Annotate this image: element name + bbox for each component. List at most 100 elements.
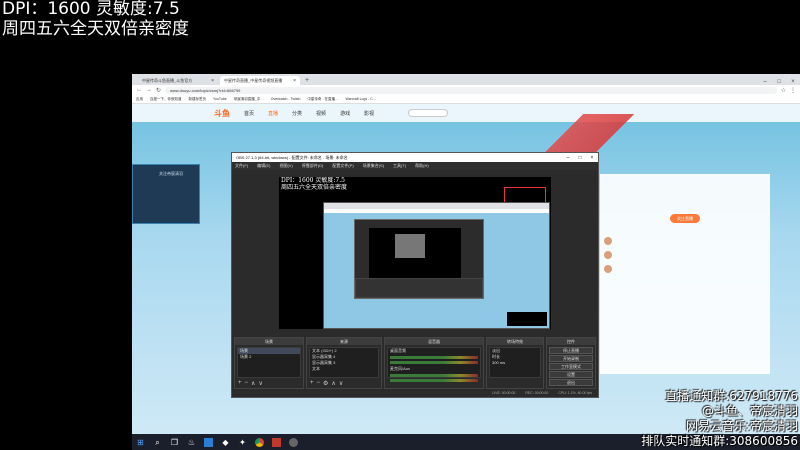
avatar <box>604 237 612 245</box>
nested-docks <box>355 278 483 298</box>
preview-text: DPI：1600 灵敏度:7.5 周四五六全天双倍亲密度 <box>281 177 347 191</box>
list-item[interactable] <box>600 262 770 276</box>
maximize-icon[interactable]: □ <box>772 79 786 85</box>
bookmark[interactable]: Overwatch - Twitch <box>271 97 301 101</box>
nav-item[interactable]: 影视 <box>364 110 374 117</box>
obs-status-bar: LIVE: 00:00:00 REC: 00:00:00 CPU: 1.1%, … <box>232 389 598 397</box>
close-icon[interactable]: × <box>211 78 214 84</box>
app-icon[interactable]: ◆ <box>221 438 230 447</box>
bookmark[interactable]: Warcraft Logs - C… <box>346 97 377 101</box>
stop-streaming-button[interactable]: 停止直播 <box>549 347 593 354</box>
close-icon[interactable]: × <box>586 155 598 161</box>
down-icon[interactable]: ∨ <box>258 380 262 387</box>
left-promo-panel[interactable]: 关注帝宸清羽 <box>132 164 200 224</box>
preview-line: 周四五六全天双倍亲密度 <box>281 184 348 191</box>
up-icon[interactable]: ∧ <box>251 380 255 387</box>
menu-item[interactable]: 场景集合(S) <box>363 163 384 169</box>
volume-slider[interactable] <box>390 361 478 364</box>
scene-item[interactable]: 场景 2 <box>238 354 300 360</box>
menu-item[interactable]: 编辑(E) <box>257 163 270 169</box>
windows-start-icon[interactable]: ⊞ <box>136 438 145 447</box>
obs-preview[interactable]: DPI：1600 灵敏度:7.5 周四五六全天双倍亲密度 <box>279 177 551 329</box>
avatar <box>604 251 612 259</box>
reload-icon[interactable]: ↻ <box>156 87 161 94</box>
dock-title: 混音器 <box>385 338 483 345</box>
add-icon[interactable]: + <box>310 380 314 387</box>
bookmark[interactable]: 中星传奇 - 在直播… <box>307 97 338 102</box>
star-icon[interactable]: ☆ <box>781 87 786 94</box>
nav-item[interactable]: 首页 <box>244 110 254 117</box>
nav-item-active[interactable]: 直播 <box>268 110 278 117</box>
maximize-icon[interactable]: □ <box>574 155 586 161</box>
search-icon[interactable]: ⌕ <box>153 438 162 447</box>
minimize-icon[interactable]: – <box>758 79 772 85</box>
menu-icon[interactable]: ⋮ <box>790 87 796 94</box>
bookmark[interactable]: YouTube <box>213 97 227 101</box>
exit-button[interactable]: 退出 <box>549 379 593 386</box>
menu-item[interactable]: 停靠部件(D) <box>302 163 324 169</box>
nested-caption <box>507 312 547 326</box>
bookmark[interactable]: 应用 <box>136 97 143 102</box>
menu-item[interactable]: 文件(F) <box>235 163 248 169</box>
menu-item[interactable]: 帮助(H) <box>415 163 429 169</box>
studio-mode-button[interactable]: 工作室模式 <box>549 363 593 370</box>
down-icon[interactable]: ∨ <box>339 380 343 387</box>
follow-button[interactable]: 关注直播 <box>670 214 700 223</box>
site-nav: 斗鱼 首页 直播 分类 视频 游戏 影视 <box>132 104 800 122</box>
mixer-channels: 桌面音频 麦克风/Aux <box>387 347 481 382</box>
panel-label: 关注帝宸清羽 <box>159 171 183 176</box>
chrome-icon[interactable] <box>255 437 264 447</box>
task-view-icon[interactable]: ❐ <box>170 438 179 447</box>
browser-tab-active[interactable]: 中星传奇直播_中星传奇视频直播 × <box>220 76 300 85</box>
browser-tab[interactable]: 中星传奇斗鱼直播_斗鱼官方 × <box>138 76 218 85</box>
list-item[interactable] <box>600 248 770 262</box>
dock-title: 来源 <box>307 338 381 345</box>
nested-preview-inner <box>395 234 425 258</box>
site-search-input[interactable] <box>408 109 449 117</box>
mixer-dock: 混音器 桌面音频 麦克风/Aux <box>384 337 484 389</box>
close-window-icon[interactable]: × <box>786 79 800 85</box>
nav-item[interactable]: 视频 <box>316 110 326 117</box>
remove-icon[interactable]: − <box>317 380 321 387</box>
new-tab-icon[interactable]: + <box>302 76 312 85</box>
obs-menu-bar: 文件(F) 编辑(E) 视图(V) 停靠部件(D) 配置文件(P) 场景集合(S… <box>232 162 598 170</box>
start-recording-button[interactable]: 开始录制 <box>549 355 593 362</box>
right-side-panel: 关注直播 <box>600 174 770 374</box>
source-item[interactable]: 文本 <box>310 366 378 372</box>
controls-dock: 控件 停止直播 开始录制 工作室模式 设置 退出 <box>546 337 596 389</box>
menu-item[interactable]: 视图(V) <box>279 163 292 169</box>
steam-icon[interactable]: ♨ <box>187 438 196 447</box>
bookmark[interactable]: 帝宸清羽直播_中… <box>234 97 264 102</box>
transition-settings: 淡出 时长 300 ms <box>489 347 541 378</box>
nav-item[interactable]: 游戏 <box>340 110 350 117</box>
transitions-dock: 转场特效 淡出 时长 300 ms <box>486 337 544 389</box>
close-icon[interactable]: × <box>293 78 296 84</box>
settings-button[interactable]: 设置 <box>549 371 593 378</box>
nested-addressbar <box>324 209 549 213</box>
add-icon[interactable]: + <box>238 380 242 387</box>
duration-input[interactable]: 300 ms <box>490 360 540 366</box>
bookmark[interactable]: 百度一下，你就知道 <box>150 97 182 102</box>
forward-icon[interactable]: → <box>146 87 152 93</box>
minimize-icon[interactable]: – <box>562 155 574 161</box>
dock-title: 控件 <box>547 338 595 345</box>
back-icon[interactable]: ← <box>136 87 142 93</box>
source-list: 文本 (GDI+) 2 显示器采集 4 显示器采集 3 文本 <box>309 347 379 378</box>
obs-docks: 场景 场景 场景 2 + − ∧ ∨ 来源 文本 (GDI+) 2 显示器采集 4 显… <box>232 337 598 389</box>
app-icon[interactable] <box>204 437 213 447</box>
gear-icon[interactable]: ⚙ <box>323 380 328 387</box>
app-icon[interactable]: ✦ <box>238 438 247 447</box>
volume-slider[interactable] <box>390 379 478 382</box>
nav-item[interactable]: 分类 <box>292 110 302 117</box>
up-icon[interactable]: ∧ <box>331 380 335 387</box>
site-logo[interactable]: 斗鱼 <box>214 108 230 119</box>
menu-item[interactable]: 配置文件(P) <box>332 163 353 169</box>
bookmark[interactable]: 新建标签页 <box>189 97 207 102</box>
remove-icon[interactable]: − <box>245 380 249 387</box>
url-input[interactable]: www.douyu.com/topic/csmj?rid=666799 <box>165 86 777 94</box>
list-item[interactable] <box>600 234 770 248</box>
app-icon[interactable] <box>272 437 281 447</box>
obs-icon[interactable] <box>289 437 298 447</box>
stream-overlay-info: 直播通知群:627918776 @斗鱼、帝宸清羽 网易云音乐:帝宸清羽 排队实时… <box>641 389 798 449</box>
menu-item[interactable]: 工具(T) <box>393 163 406 169</box>
